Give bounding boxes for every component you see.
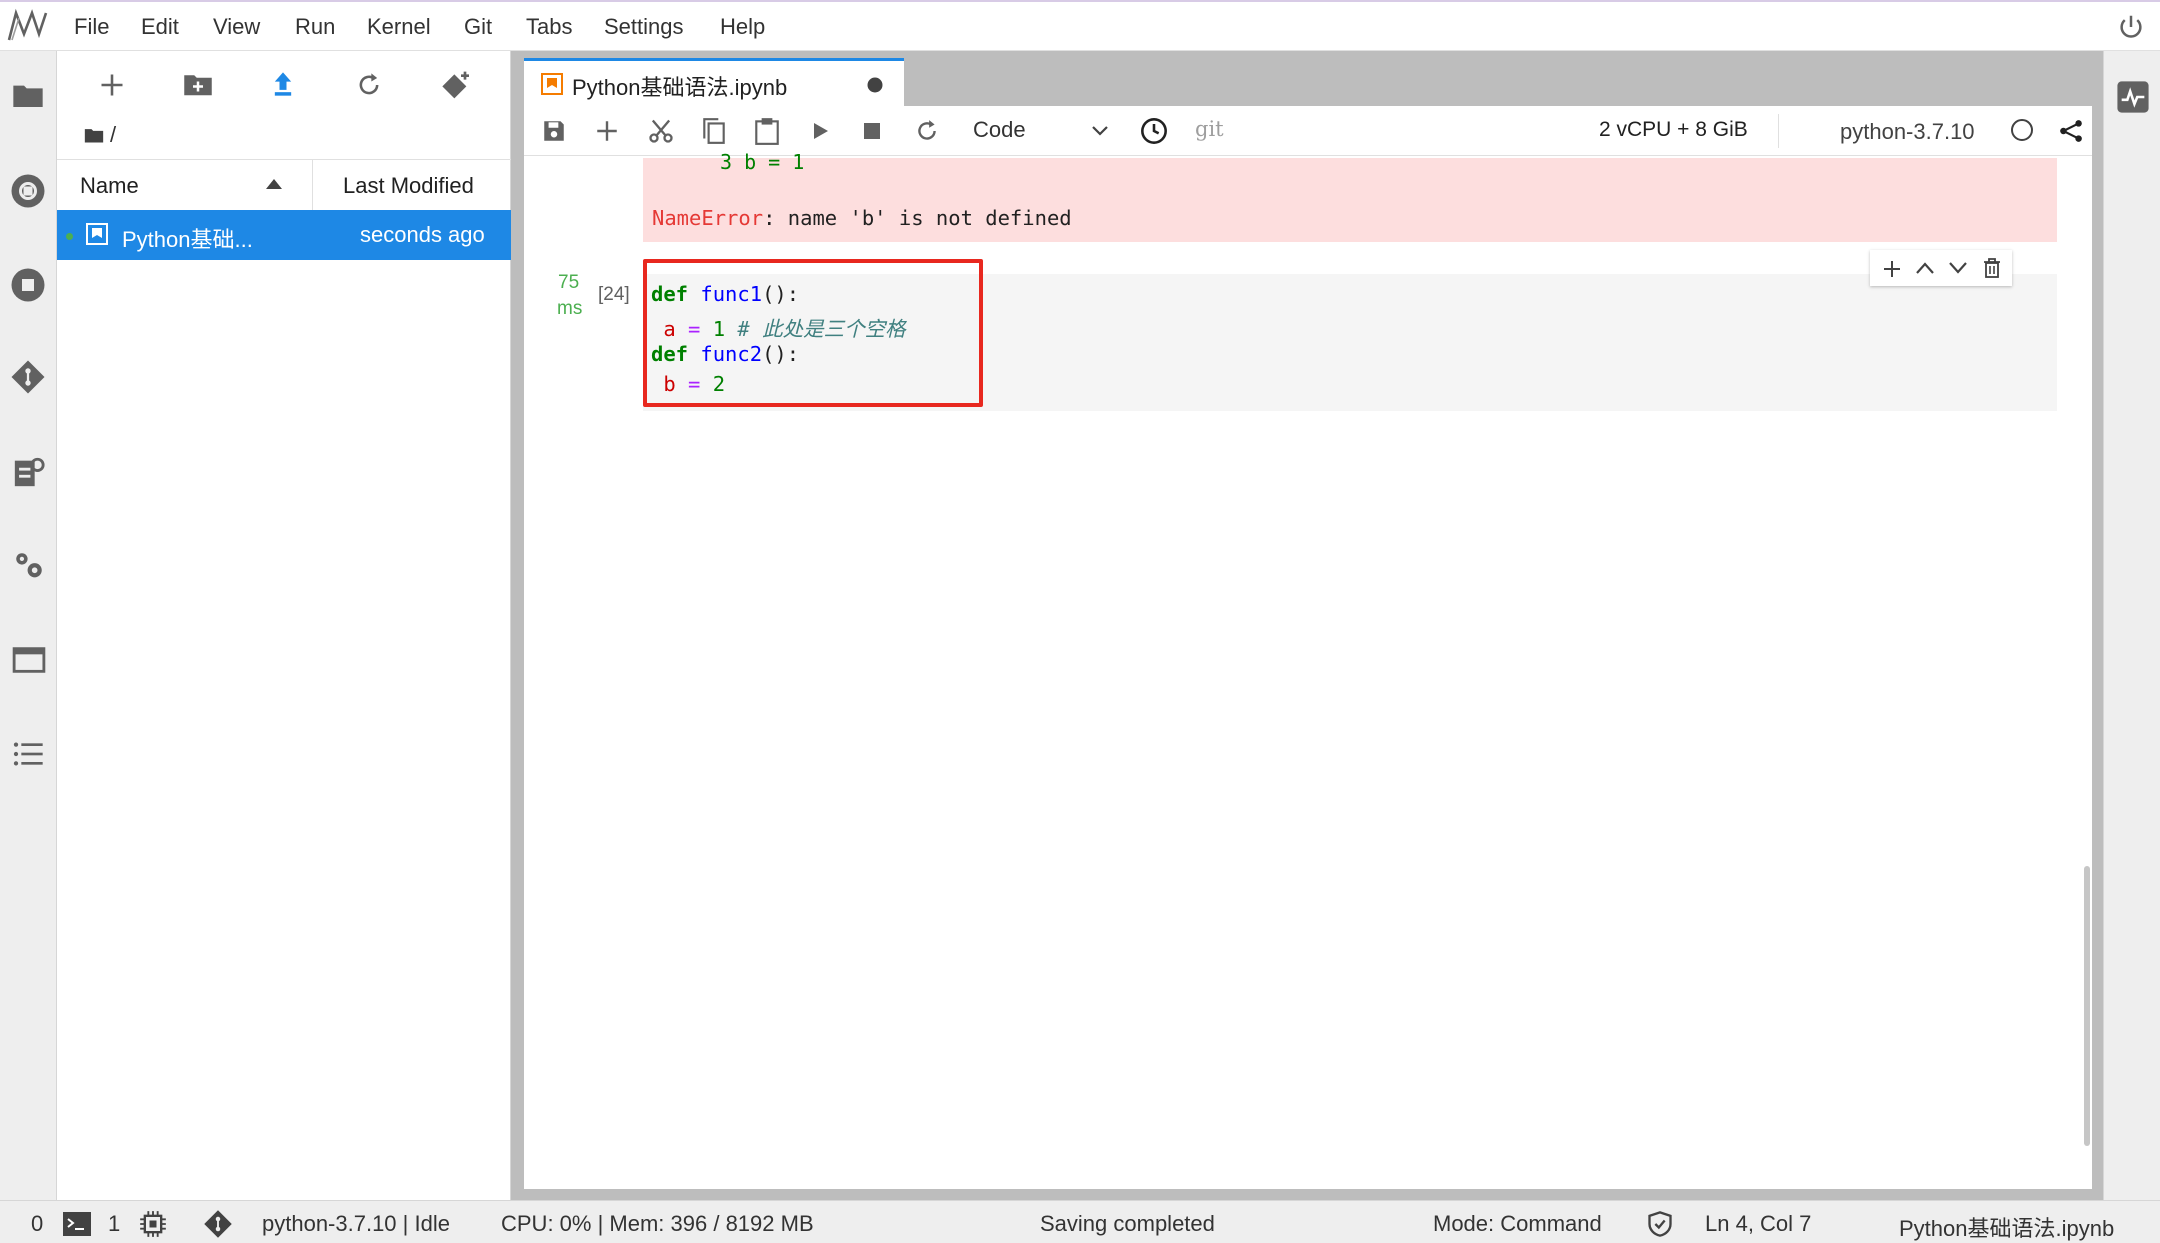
stop-icon[interactable] [10, 267, 46, 303]
error-line: NameError: name 'b' is not defined [652, 206, 1072, 230]
menu-run[interactable]: Run [295, 14, 335, 40]
delete-cell-icon[interactable] [1983, 258, 2001, 278]
toc-icon[interactable] [12, 739, 44, 769]
shield-icon[interactable] [1646, 1210, 1674, 1238]
menu-tabs[interactable]: Tabs [526, 14, 572, 40]
terminal-count[interactable]: 0 [31, 1211, 43, 1237]
cell-actions-toolbar [1870, 250, 2012, 286]
sort-ascending-icon[interactable] [266, 179, 282, 189]
kernel-status-icon [2010, 118, 2034, 142]
save-icon[interactable] [541, 118, 567, 144]
status-bar: 0 1 python-3.7.10 | Idle CPU: 0% | Mem: … [0, 1200, 2160, 1243]
run-icon[interactable] [810, 121, 830, 141]
menu-settings[interactable]: Settings [604, 14, 684, 40]
column-divider [312, 160, 313, 210]
status-filename: Python基础语法.ipynb [1899, 1216, 2115, 1241]
chevron-down-icon[interactable] [1091, 124, 1109, 138]
file-browser: / Name Last Modified Python基础... seconds… [57, 51, 511, 1200]
share-icon[interactable] [2058, 118, 2084, 144]
error-output: 3 b = 1 NameError: name 'b' is not defin… [643, 150, 2057, 242]
new-launcher-icon[interactable] [98, 71, 126, 99]
tabs-icon[interactable] [12, 645, 46, 675]
paste-icon[interactable] [754, 116, 780, 146]
notebook-panel: Code git 2 vCPU + 8 GiB python-3.7.10 3 … [524, 106, 2092, 1189]
mode-status[interactable]: Mode: Command [1433, 1211, 1602, 1237]
power-icon[interactable] [2116, 12, 2146, 42]
notebook-file-icon [86, 223, 108, 245]
menu-bar: File Edit View Run Kernel Git Tabs Setti… [0, 0, 2160, 51]
error-name: NameError [652, 206, 764, 230]
menu-kernel[interactable]: Kernel [367, 14, 431, 40]
refresh-icon[interactable] [355, 71, 383, 99]
column-name[interactable]: Name [80, 173, 139, 199]
cut-icon[interactable] [647, 117, 675, 145]
menu-help[interactable]: Help [720, 14, 765, 40]
resource-monitor-icon[interactable] [2116, 80, 2150, 114]
menu-file[interactable]: File [74, 14, 109, 40]
toolbar-divider [1778, 114, 1779, 148]
menu-view[interactable]: View [213, 14, 260, 40]
exec-time: 75 [558, 272, 580, 293]
kernel-state[interactable]: python-3.7.10 | Idle [262, 1211, 450, 1237]
notebook-toolbar: Code git 2 vCPU + 8 GiB python-3.7.10 [524, 106, 2092, 156]
folder-small-icon[interactable] [84, 126, 104, 144]
new-folder-icon[interactable] [183, 71, 213, 97]
folder-icon[interactable] [12, 81, 44, 109]
git-label[interactable]: git [1195, 117, 1224, 141]
file-modified: seconds ago [360, 222, 485, 247]
cell-type-select[interactable]: Code [973, 117, 1026, 143]
breadcrumb[interactable]: / [110, 122, 116, 148]
error-message: : name 'b' is not defined [763, 206, 1072, 230]
saving-status: Saving completed [1040, 1211, 1215, 1236]
move-up-icon[interactable] [1915, 261, 1935, 275]
notebook-tab[interactable]: Python基础语法.ipynb [524, 58, 904, 106]
property-inspector-icon[interactable] [12, 455, 46, 489]
git-status-icon[interactable] [203, 1209, 233, 1239]
file-list-header: Name Last Modified [57, 159, 511, 211]
insert-cell-icon[interactable] [1882, 259, 1902, 279]
file-row[interactable]: Python基础... seconds ago [57, 210, 511, 260]
scrollbar[interactable] [2084, 866, 2090, 1146]
menu-edit[interactable]: Edit [141, 14, 179, 40]
extensions-icon[interactable] [12, 549, 46, 583]
jupyter-logo-icon[interactable] [6, 8, 50, 44]
history-icon[interactable] [1140, 117, 1168, 145]
unsaved-dot-icon[interactable] [867, 77, 883, 93]
terminal-icon[interactable] [63, 1212, 91, 1236]
resource-usage: 2 vCPU + 8 GiB [1599, 118, 1748, 141]
cpu-mem-usage: CPU: 0% | Mem: 396 / 8192 MB [501, 1211, 814, 1236]
exec-time-unit: ms [557, 298, 583, 319]
interrupt-icon[interactable] [864, 123, 880, 139]
kernel-name[interactable]: python-3.7.10 [1840, 119, 1975, 145]
right-sidebar [2103, 51, 2160, 1200]
move-down-icon[interactable] [1948, 261, 1968, 275]
copy-icon[interactable] [701, 117, 727, 145]
restart-icon[interactable] [914, 118, 940, 144]
left-sidebar [0, 51, 57, 1200]
git-clone-icon[interactable] [441, 69, 473, 101]
execution-count: [24] [598, 284, 630, 305]
notebook-icon [541, 73, 563, 95]
cursor-position[interactable]: Ln 4, Col 7 [1705, 1211, 1811, 1237]
menu-git[interactable]: Git [464, 14, 492, 40]
running-indicator [66, 233, 73, 240]
upload-icon[interactable] [269, 69, 297, 99]
running-icon[interactable] [10, 173, 46, 209]
highlight-box [643, 259, 983, 407]
tab-title: Python基础语法.ipynb [572, 75, 788, 100]
file-name: Python基础... [122, 227, 253, 252]
kernel-chip-icon[interactable] [139, 1210, 167, 1238]
column-last-modified[interactable]: Last Modified [343, 173, 474, 199]
add-cell-icon[interactable] [594, 118, 620, 144]
git-icon[interactable] [10, 359, 46, 395]
error-traceback-line: 3 b = 1 [720, 150, 805, 174]
kernel-count[interactable]: 1 [108, 1211, 120, 1237]
